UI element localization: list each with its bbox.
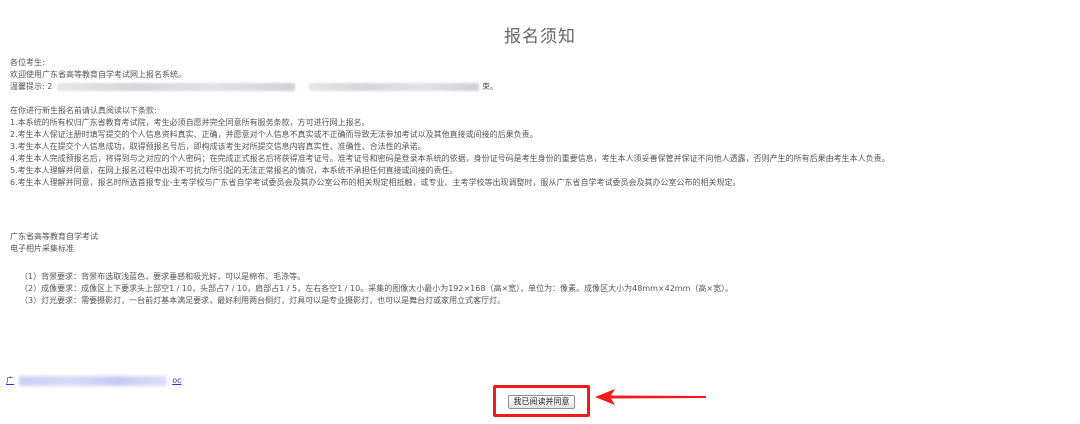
redacted-text-block: [309, 82, 480, 91]
download-link[interactable]: 广 oc: [6, 370, 181, 386]
tip-row: 温馨提示: 2 束。: [10, 81, 1070, 93]
agree-button[interactable]: 我已阅读并同意: [508, 395, 575, 409]
download-link-start[interactable]: 广: [6, 376, 14, 385]
photo-standard-item: （2）成像要求：成像区上下要求头上部空1 / 10，头部占7 / 10，肩部占1…: [20, 284, 734, 293]
terms-item: 3.考生本人在提交个人信息成功，取得预报名号后，即构成该考生对所提交信息内容真实…: [10, 142, 426, 151]
terms-item: 4.考生本人完成预报名后，将得到与之对应的个人密码；在完成正式报名后将获得准考证…: [10, 154, 890, 163]
tip-suffix: 束。: [481, 82, 498, 91]
terms-item: 6.考生本人理解并同意，报名时所选首报专业-主考学校与广东省自学考试委员会及其办…: [10, 178, 741, 187]
notice-content: 各位考生: 欢迎使用广东省高等教育自学考试网上报名系统。 温馨提示: 2 束。 …: [10, 57, 1070, 307]
pointer-arrow-icon: [595, 389, 706, 405]
terms-item: 2.考生本人保证注册时填写提交的个人信息资料真实、正确，并愿意对个人信息不真实或…: [10, 130, 538, 139]
tip-prefix: 温馨提示: 2: [10, 82, 53, 91]
salutation: 各位考生:: [10, 58, 45, 67]
welcome-text: 欢迎使用广东省高等教育自学考试网上报名系统。: [10, 70, 186, 79]
photo-standard-org: 广东省高等教育自学考试: [10, 232, 98, 241]
page-title: 报名须知: [504, 27, 576, 47]
photo-standard-title: 电子相片采集标准: [10, 244, 74, 253]
redacted-link-text[interactable]: [19, 375, 168, 386]
download-link-end[interactable]: oc: [172, 376, 181, 385]
photo-standard-item: （1）背景要求：背景布选取浅蓝色，要求垂感和吸光好，可以是棉布、毛涤等。: [20, 272, 306, 281]
terms-intro: 在你进行新生报名前请认真阅读以下条款:: [10, 106, 157, 115]
redacted-text-block: [56, 82, 295, 91]
agree-highlight-box: 我已阅读并同意: [493, 385, 590, 417]
terms-item: 1.本系统的所有权归广东省教育考试院，考生必须自愿并完全同意所有服务条款，方可进…: [10, 118, 370, 127]
terms-item: 5.考生本人理解并同意，在网上报名过程中出现不可抗力所引起的无法正常报名的情况，…: [10, 166, 458, 175]
photo-standard-item: （3）灯光要求：需要摄影灯，一台前灯基本满足要求，最好利用两台侧灯，灯具可以是专…: [20, 296, 506, 305]
